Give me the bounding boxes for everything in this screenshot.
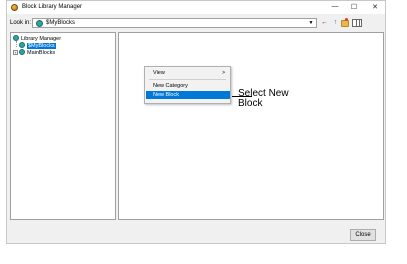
tree-item-library-manager[interactable]: Library Manager xyxy=(13,35,61,42)
back-arrow-icon[interactable]: ← xyxy=(320,18,329,27)
menu-separator xyxy=(149,79,226,80)
callout-line-2: Block xyxy=(238,98,263,109)
look-in-value: $MyBlocks xyxy=(46,20,76,26)
close-button[interactable]: Close xyxy=(350,229,376,241)
app-icon xyxy=(11,4,18,11)
up-arrow-icon[interactable]: ↑ xyxy=(331,18,340,27)
submenu-arrow-icon: > xyxy=(222,70,225,76)
minimize-button[interactable]: — xyxy=(330,3,340,10)
tree-item-mainblocks[interactable]: + MainBlocks xyxy=(13,49,55,56)
look-in-label: Look in: xyxy=(10,20,32,26)
context-menu: View > New Category New Block xyxy=(144,66,231,104)
chevron-down-icon[interactable]: ▼ xyxy=(307,19,315,27)
window-title: Block Library Manager xyxy=(22,4,83,10)
new-folder-icon[interactable] xyxy=(341,18,349,27)
menu-item-view[interactable]: View > xyxy=(146,69,230,77)
view-menu-icon[interactable] xyxy=(352,19,362,27)
expand-icon[interactable]: + xyxy=(13,50,18,55)
tree-connector xyxy=(16,41,17,47)
look-in-dropdown[interactable]: $MyBlocks ▼ xyxy=(32,18,317,28)
title-bar: Block Library Manager — ☐ ✕ xyxy=(7,1,385,14)
callout-annotation: Select New Block xyxy=(238,89,308,109)
library-icon xyxy=(19,49,25,55)
block-list-panel[interactable] xyxy=(118,32,384,220)
block-library-manager-window: Block Library Manager — ☐ ✕ Look in: $My… xyxy=(6,0,386,244)
tree-item-label: MainBlocks xyxy=(27,50,56,56)
library-icon xyxy=(36,20,43,27)
library-icon xyxy=(19,42,25,48)
tree-item-mymblocks[interactable]: $MyBlocks xyxy=(19,42,56,49)
library-tree[interactable]: Library Manager $MyBlocks + MainBlocks xyxy=(10,32,116,220)
maximize-button[interactable]: ☐ xyxy=(349,3,359,11)
menu-item-label: View xyxy=(153,70,165,76)
close-window-button[interactable]: ✕ xyxy=(370,3,380,11)
menu-item-new-block[interactable]: New Block xyxy=(146,91,230,99)
menu-item-new-category[interactable]: New Category xyxy=(146,82,230,90)
